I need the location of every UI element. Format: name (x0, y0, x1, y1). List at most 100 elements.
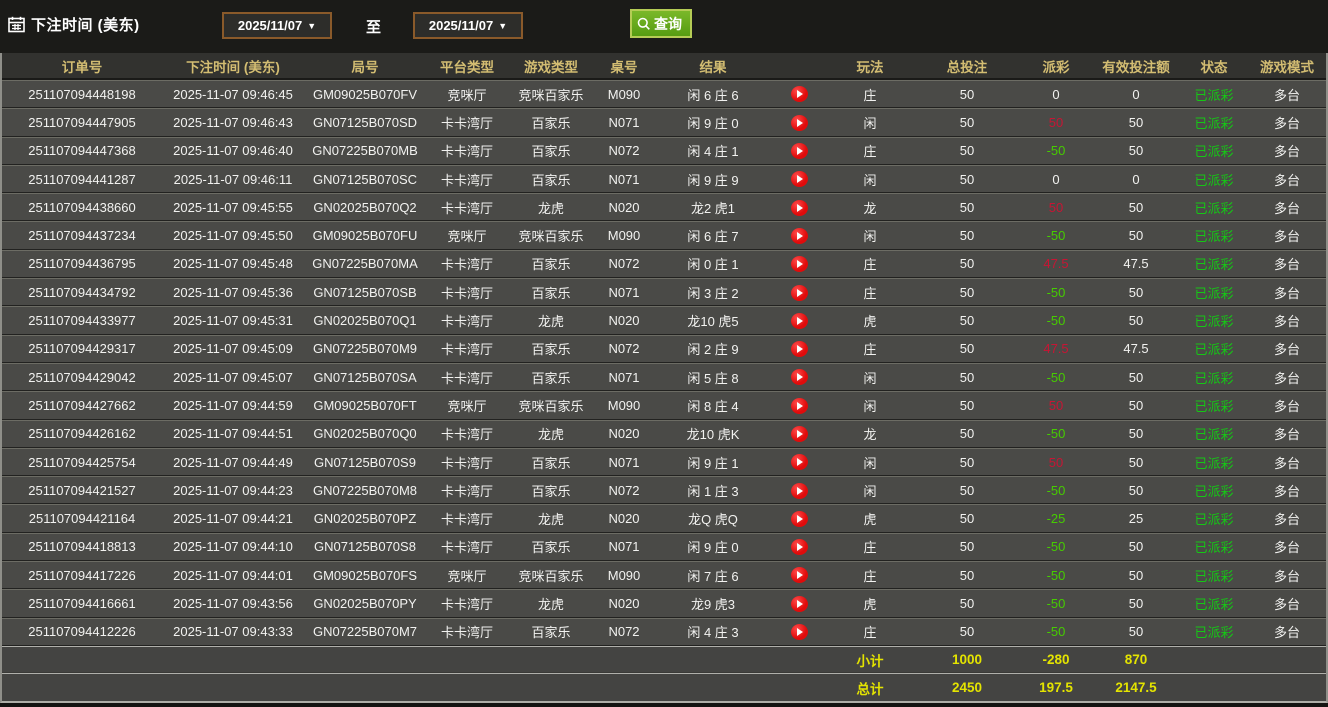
total-bet-cell: 50 (914, 221, 1020, 250)
play-video-button[interactable] (790, 312, 808, 329)
payout-cell: -50 (1020, 136, 1092, 165)
result-cell: 闲 3 庄 2 (654, 278, 772, 307)
total-bet-cell: 50 (914, 193, 1020, 222)
payout-cell: -50 (1020, 221, 1092, 250)
play-video-button[interactable] (790, 567, 808, 584)
result-cell: 闲 0 庄 1 (654, 249, 772, 279)
chevron-down-icon: ▼ (307, 20, 317, 31)
result-cell: 龙10 虎5 (654, 306, 772, 335)
order-number-cell: 251107094425754 (2, 447, 162, 477)
play-video-button[interactable] (790, 482, 808, 499)
bet-time-cell: 2025-11-07 09:44:01 (162, 561, 304, 590)
total-bet-cell: 50 (914, 278, 1020, 307)
table-row: 251107094426162 2025-11-07 09:44:51 GN02… (2, 419, 1326, 448)
column-header: 订单号 (2, 53, 162, 80)
bet-method-cell: 庄 (826, 249, 914, 279)
total-bet-cell: 50 (914, 249, 1020, 279)
platform-type-cell: 卡卡湾厅 (426, 362, 508, 392)
play-video-button[interactable] (790, 624, 808, 641)
date-from-picker[interactable]: 2025/11/07 ▼ (222, 12, 332, 39)
play-video-button[interactable] (790, 114, 808, 131)
bet-method-cell: 庄 (826, 278, 914, 307)
play-video-button[interactable] (790, 256, 808, 273)
total-bet-cell: 50 (914, 136, 1020, 165)
payout-cell: -50 (1020, 561, 1092, 590)
table-header-row: 订单号 下注时间 (美东) 局号 平台类型 游戏类型 桌号 结果 玩法 总投注 派彩 有效投注额 状态… (2, 53, 1326, 80)
total-bet-cell: 50 (914, 362, 1020, 392)
valid-bet-cell: 0 (1092, 80, 1180, 109)
total-bet-cell: 50 (914, 447, 1020, 477)
table-number-cell: N071 (594, 108, 654, 137)
column-header: 游戏模式 (1248, 53, 1326, 80)
replay-cell (772, 249, 826, 279)
platform-type-cell: 卡卡湾厅 (426, 108, 508, 137)
table-number-cell: M090 (594, 561, 654, 590)
order-number-cell: 251107094418813 (2, 532, 162, 562)
game-type-cell: 龙虎 (508, 306, 594, 335)
total-bet-cell: 50 (914, 306, 1020, 335)
bet-records-table: 订单号 下注时间 (美东) 局号 平台类型 游戏类型 桌号 结果 玩法 总投注 派彩 有效投注额 状态… (0, 53, 1328, 703)
date-to-picker[interactable]: 2025/11/07 ▼ (413, 12, 523, 39)
valid-bet-cell: 50 (1092, 419, 1180, 448)
total-spacer (2, 673, 826, 701)
play-video-button[interactable] (790, 425, 808, 442)
table-number-cell: M090 (594, 221, 654, 250)
query-button[interactable]: 查询 (630, 9, 692, 38)
total-bet: 2450 (914, 673, 1020, 701)
play-video-button[interactable] (790, 595, 808, 612)
game-type-cell: 百家乐 (508, 108, 594, 137)
play-video-button[interactable] (790, 397, 808, 414)
bet-time-cell: 2025-11-07 09:43:33 (162, 617, 304, 646)
result-cell: 龙9 虎3 (654, 589, 772, 618)
play-video-button[interactable] (790, 143, 808, 160)
table-row: 251107094429317 2025-11-07 09:45:09 GN07… (2, 334, 1326, 363)
game-mode-cell: 多台 (1248, 362, 1326, 392)
valid-bet-cell: 50 (1092, 193, 1180, 222)
calendar-icon (8, 16, 25, 33)
play-video-button[interactable] (790, 86, 808, 103)
chevron-down-icon: ▼ (498, 20, 508, 31)
total-bet-cell: 50 (914, 504, 1020, 533)
table-number-cell: N071 (594, 164, 654, 194)
bet-time-cell: 2025-11-07 09:44:23 (162, 476, 304, 505)
column-header: 状态 (1180, 53, 1248, 80)
column-header: 总投注 (914, 53, 1020, 80)
order-number-cell: 251107094437234 (2, 221, 162, 250)
play-video-button[interactable] (790, 199, 808, 216)
payout-cell: -50 (1020, 476, 1092, 505)
play-video-button[interactable] (790, 227, 808, 244)
table-body: 251107094448198 2025-11-07 09:46:45 GM09… (2, 80, 1326, 646)
play-video-button[interactable] (790, 171, 808, 188)
payout-cell: -50 (1020, 306, 1092, 335)
status-badge: 已派彩 (1180, 334, 1248, 363)
table-number-cell: N071 (594, 362, 654, 392)
status-badge: 已派彩 (1180, 306, 1248, 335)
play-video-button[interactable] (790, 341, 808, 358)
valid-bet-cell: 50 (1092, 617, 1180, 646)
round-number-cell: GN07125B070S9 (304, 447, 426, 477)
play-video-button[interactable] (790, 284, 808, 301)
replay-cell (772, 617, 826, 646)
total-bet-cell: 50 (914, 589, 1020, 618)
play-video-button[interactable] (790, 510, 808, 527)
status-badge: 已派彩 (1180, 164, 1248, 194)
bet-method-cell: 庄 (826, 80, 914, 109)
play-video-button[interactable] (790, 539, 808, 556)
status-badge: 已派彩 (1180, 617, 1248, 646)
query-button-label: 查询 (654, 15, 682, 32)
payout-cell: -50 (1020, 278, 1092, 307)
round-number-cell: GN07125B070SD (304, 108, 426, 137)
play-video-button[interactable] (790, 454, 808, 471)
valid-bet-cell: 50 (1092, 561, 1180, 590)
replay-cell (772, 164, 826, 194)
table-number-cell: N020 (594, 306, 654, 335)
date-range-to-label: 至 (366, 19, 382, 36)
status-badge: 已派彩 (1180, 561, 1248, 590)
replay-cell (772, 589, 826, 618)
bet-time-cell: 2025-11-07 09:46:43 (162, 108, 304, 137)
play-video-button[interactable] (790, 369, 808, 386)
platform-type-cell: 卡卡湾厅 (426, 193, 508, 222)
bet-method-cell: 闲 (826, 391, 914, 420)
result-cell: 闲 7 庄 6 (654, 561, 772, 590)
game-mode-cell: 多台 (1248, 80, 1326, 109)
